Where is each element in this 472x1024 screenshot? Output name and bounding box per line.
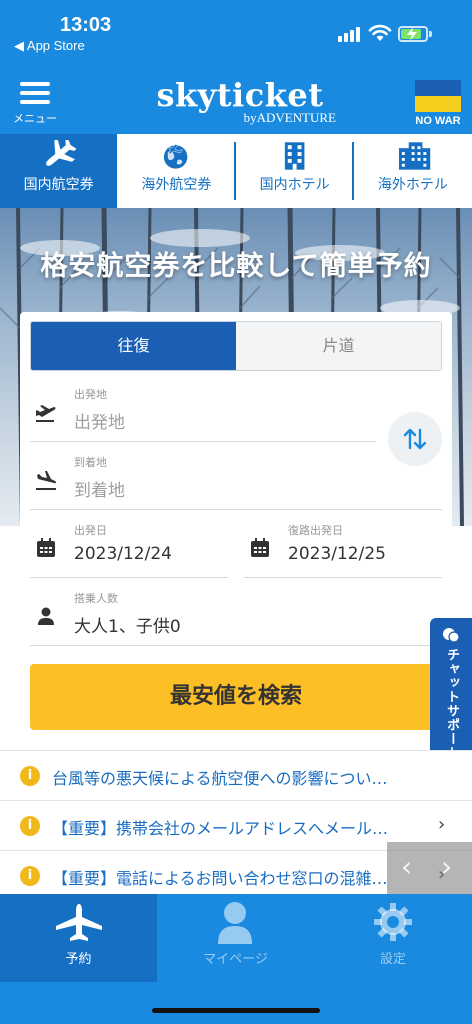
- destination-input[interactable]: 到着地: [74, 476, 125, 501]
- passengers-value[interactable]: 大人1、子供0: [74, 612, 181, 637]
- origin-label: 出発地: [74, 388, 107, 401]
- news-text: 台風等の悪天候による航空便への影響につい…: [52, 769, 388, 788]
- chevron-right-icon[interactable]: ›: [441, 850, 452, 883]
- battery-icon: [398, 26, 428, 42]
- news-text: 【重要】携帯会社のメールアドレスへメール…: [52, 819, 389, 838]
- info-icon: i: [20, 816, 40, 836]
- chat-support-label: チャットサポート: [444, 648, 459, 760]
- origin-field[interactable]: 出発地 出発地: [30, 378, 376, 442]
- news-item[interactable]: i 台風等の悪天候による航空便への影響につい…: [0, 750, 472, 800]
- tab-label: 海外ホテル: [377, 177, 448, 193]
- cellular-signal-icon: [338, 26, 362, 42]
- return-date-value[interactable]: 2023/12/25: [288, 544, 386, 564]
- tab-domestic-hotels[interactable]: 国内ホテル: [236, 134, 354, 208]
- logo-subtext: byADVENTURE: [243, 110, 336, 125]
- buildings-icon: [398, 142, 430, 170]
- home-indicator[interactable]: [152, 1008, 320, 1013]
- swap-airports-button[interactable]: [388, 412, 442, 466]
- passengers-field[interactable]: 搭乗人数 大人1、子供0: [30, 582, 442, 646]
- news-text: 【重要】電話によるお問い合わせ窓口の混雑…: [52, 869, 388, 888]
- person-icon: [218, 902, 252, 944]
- info-icon: i: [20, 866, 40, 886]
- hamburger-icon: [20, 82, 50, 109]
- calendar-icon: [37, 538, 55, 557]
- building-icon: [284, 142, 304, 170]
- return-date-field[interactable]: 復路出発日 2023/12/25: [244, 514, 442, 578]
- no-war-label: NO WAR: [415, 115, 461, 127]
- destination-field[interactable]: 到着地 到着地: [30, 446, 442, 510]
- chevron-right-icon: ›: [438, 814, 446, 835]
- departure-date-value[interactable]: 2023/12/24: [74, 544, 172, 564]
- bottom-navigation: 予約 マイページ 設定: [0, 894, 472, 1024]
- info-icon: i: [20, 766, 40, 786]
- nav-settings[interactable]: 設定: [314, 894, 472, 982]
- nav-label: 予約: [65, 952, 92, 967]
- tab-label: 国内ホテル: [259, 177, 330, 193]
- gear-icon: [374, 903, 412, 941]
- no-war-badge[interactable]: NO WAR: [412, 80, 464, 127]
- skyticket-logo[interactable]: skyticket byADVENTURE: [140, 76, 340, 125]
- calendar-icon: [251, 538, 269, 557]
- app-header: メニュー skyticket byADVENTURE NO WAR: [0, 76, 472, 134]
- logo-text: skyticket: [156, 76, 324, 114]
- news-list: i 台風等の悪天候による航空便への影響につい… i 【重要】携帯会社のメールアド…: [0, 750, 472, 900]
- status-bar: 13:03 ◀ App Store: [0, 0, 472, 80]
- one-way-button[interactable]: 片道: [236, 322, 441, 370]
- tab-label: 国内航空券: [23, 177, 94, 193]
- status-time: 13:03: [60, 14, 112, 36]
- ukraine-flag-icon: [415, 80, 461, 112]
- return-date-label: 復路出発日: [288, 524, 343, 537]
- news-pager[interactable]: ‹ ›: [387, 842, 472, 896]
- tab-domestic-flights[interactable]: 国内航空券: [0, 134, 118, 208]
- person-icon: [38, 607, 54, 625]
- menu-label: メニュー: [13, 112, 57, 125]
- airplane-icon: [46, 140, 77, 166]
- tab-international-flights[interactable]: 海外航空券: [117, 134, 236, 208]
- chevron-left-icon[interactable]: ‹: [401, 850, 412, 883]
- tab-label: 海外航空券: [141, 177, 212, 193]
- departure-date-label: 出発日: [74, 524, 107, 537]
- departure-date-field[interactable]: 出発日 2023/12/24: [30, 514, 228, 578]
- round-trip-button[interactable]: 往復: [31, 322, 236, 370]
- wifi-icon: [368, 24, 392, 41]
- takeoff-icon: [36, 405, 56, 422]
- tab-international-hotels[interactable]: 海外ホテル: [354, 134, 472, 208]
- search-form: 往復 片道 出発地 出発地 到着地 到着地 出発日 2023/12/24 復路出…: [20, 312, 452, 752]
- nav-mypage[interactable]: マイページ: [157, 894, 314, 982]
- back-to-app-store-link[interactable]: ◀ App Store: [14, 38, 85, 54]
- chat-bubble-icon: [443, 628, 460, 643]
- destination-label: 到着地: [74, 456, 107, 469]
- nav-booking[interactable]: 予約: [0, 894, 157, 982]
- origin-input[interactable]: 出発地: [74, 408, 125, 433]
- landing-icon: [36, 471, 57, 490]
- nav-label: 設定: [379, 952, 406, 967]
- search-cheapest-button[interactable]: 最安値を検索: [30, 664, 442, 730]
- airplane-icon: [56, 904, 102, 941]
- trip-type-toggle: 往復 片道: [30, 321, 442, 371]
- hero-title: 格安航空券を比較して簡単予約: [40, 251, 432, 282]
- category-tabs: 国内航空券 海外航空券 国内ホテル 海外ホテル: [0, 134, 472, 208]
- swap-arrows-icon: [403, 428, 427, 450]
- menu-button[interactable]: メニュー: [8, 80, 62, 130]
- globe-airplane-icon: [164, 143, 188, 169]
- nav-label: マイページ: [203, 952, 268, 967]
- passengers-label: 搭乗人数: [74, 592, 118, 605]
